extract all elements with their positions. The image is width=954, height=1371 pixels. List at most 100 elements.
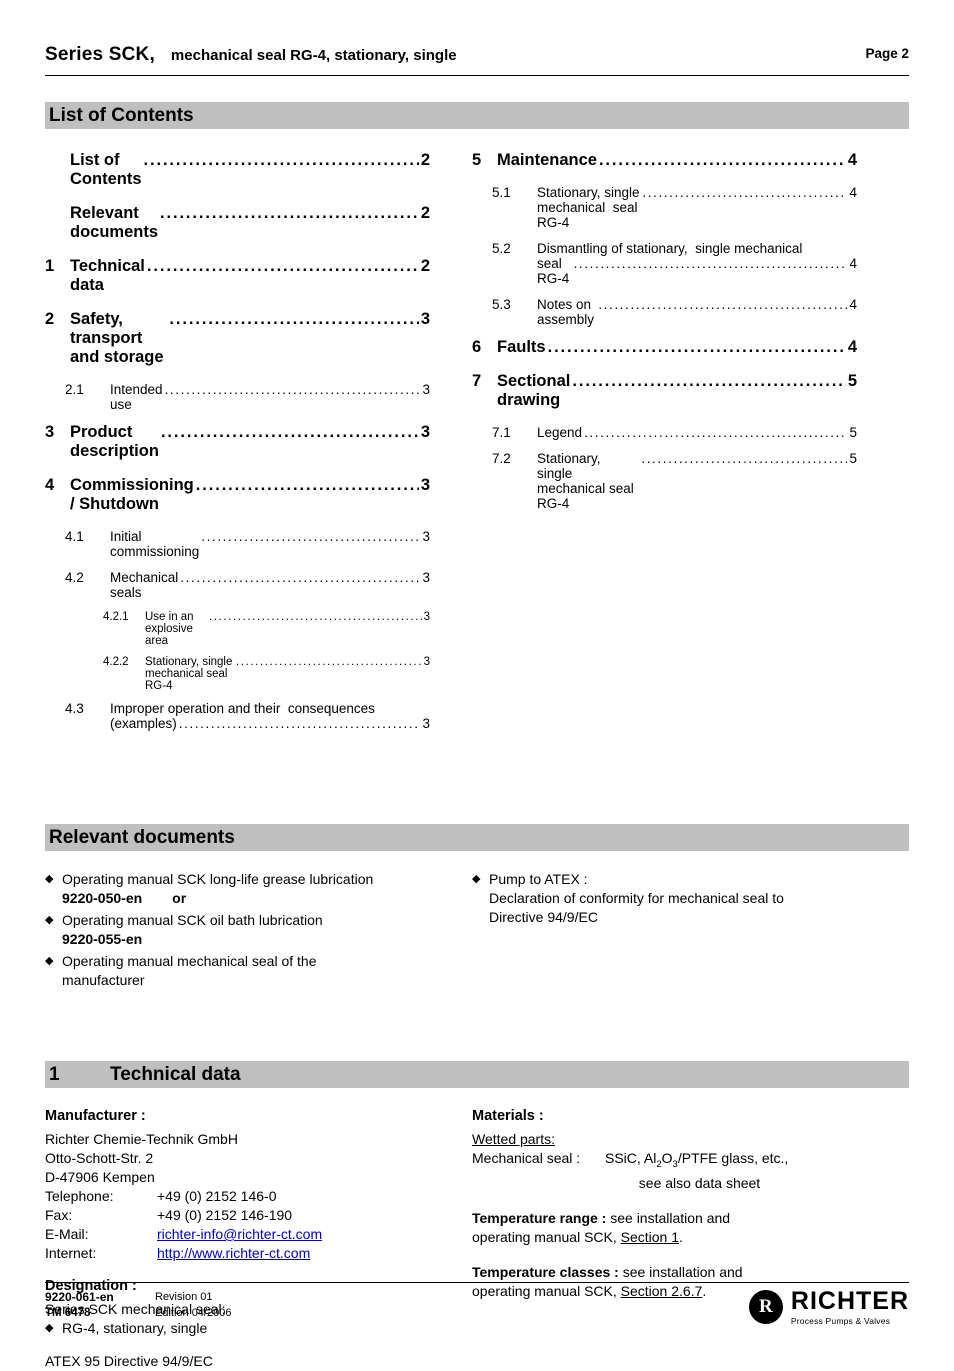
temperature-range-end: .	[679, 1228, 683, 1245]
toc-entry[interactable]: 2 Safety, transport and storage..........…	[45, 310, 430, 367]
toc-entry-label: List of Contents	[70, 151, 142, 188]
temperature-range-label: Temperature range :	[472, 1209, 607, 1226]
toc-entry[interactable]: 3 Product description....................…	[45, 423, 430, 461]
toc-leader-dots: ........................................…	[164, 382, 421, 397]
toc-leader-dots: ........................................…	[169, 310, 419, 328]
toc-entry[interactable]: 4.3 Improper operation and their conseque…	[45, 701, 430, 731]
bullet-icon: ◆	[472, 873, 481, 885]
toc-entry-number: 2	[45, 310, 55, 328]
temperature-range-link[interactable]: Section 1	[621, 1229, 679, 1245]
header-subtitle: mechanical seal RG-4, stationary, single	[170, 47, 457, 64]
footer-tm-number: TM 6478	[45, 1306, 91, 1319]
toc-entry-label: Legend	[537, 425, 583, 440]
address-line: Richter Chemie-Technik GmbH	[45, 1131, 238, 1147]
page-header: Series SCK, mechanical seal RG-4, statio…	[45, 0, 909, 66]
toc-entry[interactable]: 7.2 Stationary, single mechanical seal RG…	[472, 451, 857, 511]
toc-entry[interactable]: 7.1 Legend...............................…	[472, 425, 857, 440]
toc-entry-page: 4	[849, 256, 857, 271]
toc-entry-number: 5.1	[492, 185, 511, 200]
toc-entry-number: 7.1	[492, 425, 511, 440]
conjunction: or	[172, 890, 187, 906]
toc-entry[interactable]: 4.1 Initial commissioning................…	[45, 529, 430, 559]
toc-entry[interactable]: 5 Maintenance............................…	[472, 151, 857, 170]
toc-entry-label: Safety, transport and storage	[70, 310, 164, 366]
toc-entry-number: 7	[472, 372, 482, 390]
toc-entry[interactable]: 5.3 Notes on assembly....................…	[472, 297, 857, 327]
toc-column-left: List of Contents........................…	[45, 151, 430, 742]
toc-leader-dots: ........................................…	[584, 425, 847, 440]
contact-value: +49 (0) 2152 146-0	[157, 1188, 277, 1204]
toc-entry-page: 3	[423, 656, 430, 668]
document-number: 9220-055-en	[62, 931, 143, 947]
contact-row: Fax: +49 (0) 2152 146-190	[45, 1206, 430, 1225]
toc-entry[interactable]: 4 Commissioning / Shutdown...............…	[45, 476, 430, 514]
contact-label: Telephone:	[45, 1188, 114, 1204]
contact-row: Telephone: +49 (0) 2152 146-0	[45, 1187, 430, 1206]
mechanical-seal-label: Mechanical seal :	[472, 1150, 581, 1166]
toc-entry[interactable]: 4.2.2 Stationary, single mechanical seal …	[45, 656, 430, 692]
section-title-technical-data: Technical data	[110, 1063, 241, 1085]
relevant-documents-left: ◆ Operating manual SCK long-life grease l…	[45, 870, 430, 993]
toc-entry-number: 4.2.2	[103, 656, 129, 668]
toc-entry-label: Dismantling of stationary, single mechan…	[537, 241, 803, 256]
toc-entry[interactable]: 7 Sectional drawing......................…	[472, 372, 857, 410]
toc-entry-number: 4.2	[65, 570, 84, 585]
footer-edition: Edition 04/2006	[155, 1306, 232, 1319]
toc-entry-number: 4	[45, 476, 55, 494]
mech-seal-value-pre: SSiC, Al	[605, 1150, 657, 1166]
toc-entry[interactable]: 4.2 Mechanical seals.....................…	[45, 570, 430, 600]
toc-entry[interactable]: List of Contents........................…	[45, 151, 430, 189]
toc-entry[interactable]: 4.2.1 Use in an explosive area...........…	[45, 611, 430, 647]
list-item: ◆ Operating manual SCK oil bath lubricati…	[45, 911, 430, 949]
relevant-documents-columns: ◆ Operating manual SCK long-life grease l…	[45, 870, 909, 993]
temperature-range-text: see installation and	[610, 1209, 731, 1226]
richter-logo-icon: R	[748, 1289, 783, 1324]
contact-link[interactable]: http://www.richter-ct.com	[157, 1244, 430, 1263]
toc-entry[interactable]: 2.1 Intended use.........................…	[45, 382, 430, 412]
toc-entry-number: 5.2	[492, 241, 511, 256]
mechanical-seal-value-line2: see also data sheet	[638, 1174, 761, 1191]
toc-entry[interactable]: 5.1 Stationary, single mechanical seal RG…	[472, 185, 857, 230]
materials-block: Materials : Wetted parts: Mechanical sea…	[472, 1107, 857, 1371]
address-line: Otto-Schott-Str. 2	[45, 1150, 154, 1166]
toc-entry-number: 4.2.1	[103, 611, 129, 623]
wetted-parts-label: Wetted parts:	[472, 1131, 556, 1147]
contact-row: Internet: http://www.richter-ct.com	[45, 1244, 430, 1263]
bullet-icon: ◆	[45, 914, 54, 926]
toc-leader-dots: ........................................…	[641, 451, 848, 466]
temperature-classes-text: see installation and	[622, 1263, 743, 1280]
contact-value: +49 (0) 2152 146-190	[157, 1207, 293, 1223]
toc-entry-page: 3	[423, 611, 430, 623]
toc-entry-page: 3	[422, 382, 430, 397]
toc-leader-dots: ........................................…	[180, 570, 421, 585]
toc-entry-page: 4	[847, 338, 857, 356]
toc-entry-page: 2	[420, 257, 430, 275]
mechanical-seal-row: Mechanical seal : SSiC, Al2O3/PTFE glass…	[472, 1149, 857, 1174]
contact-label: Internet:	[45, 1245, 97, 1261]
header-series: Series SCK,	[45, 44, 155, 65]
toc-leader-dots: ........................................…	[209, 611, 422, 623]
toc-entry[interactable]: 1 Technical data.........................…	[45, 257, 430, 295]
toc-entry-number: 4.1	[65, 529, 84, 544]
toc-entry-label-cont: seal RG-4	[537, 256, 570, 286]
toc-entry-page: 3	[422, 529, 430, 544]
manufacturer-contacts: Telephone: +49 (0) 2152 146-0 Fax: +49 (0) …	[45, 1187, 430, 1263]
toc-entry-number: 7.2	[492, 451, 511, 466]
list-item: ◆ Pump to ATEX : Declaration of conformity…	[472, 870, 857, 927]
toc-entry-page: 2	[420, 204, 430, 222]
footer-divider	[45, 1281, 909, 1283]
mechanical-seal-value: SSiC, Al2O3/PTFE glass, etc.,	[605, 1149, 857, 1174]
toc-entry-label: Maintenance	[497, 151, 597, 169]
toc-entry[interactable]: Relevant documents......................…	[45, 204, 430, 242]
toc-entry-label: Improper operation and their consequence…	[110, 701, 375, 716]
toc-entry[interactable]: 5.2 Dismantling of stationary, single mec…	[472, 241, 857, 286]
toc-entry[interactable]: 6 Faults.................................…	[472, 338, 857, 357]
toc-entry-page: 3	[420, 423, 430, 441]
toc-entry-label-cont: (examples)	[110, 716, 177, 731]
contact-link[interactable]: richter-info@richter-ct.com	[157, 1225, 430, 1244]
temperature-range-line2: operating manual SCK, Section 1.	[472, 1228, 857, 1247]
richter-logo: R RICHTER Process Pumps & Valves	[748, 1288, 909, 1326]
manufacturer-block: Manufacturer : Richter Chemie-Technik Gm…	[45, 1107, 430, 1371]
contact-label: E-Mail:	[45, 1226, 89, 1242]
toc-entry-label: Mechanical seals	[110, 570, 183, 600]
